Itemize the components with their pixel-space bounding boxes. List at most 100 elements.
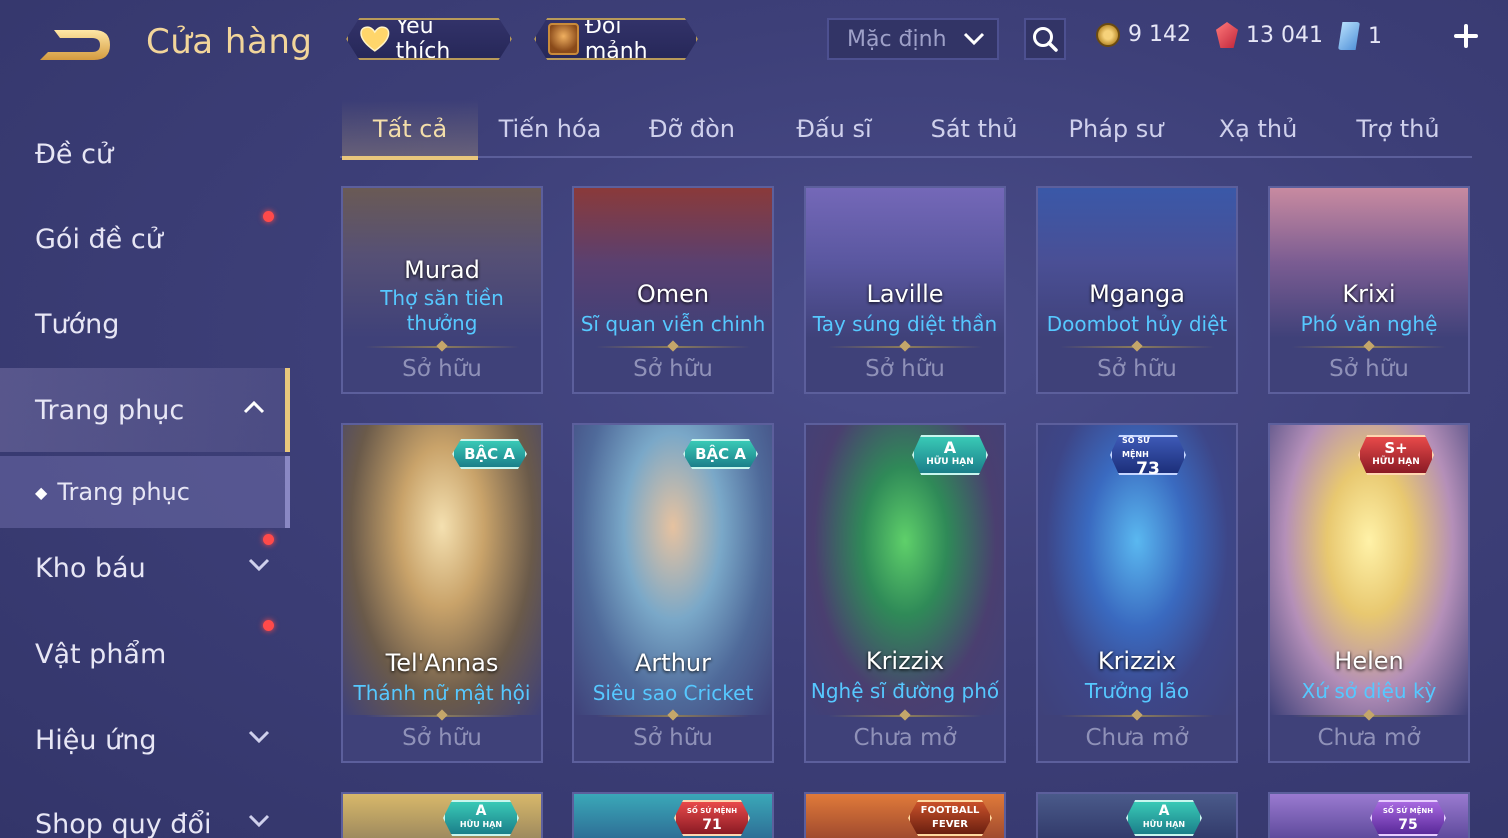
mission-number-badge: SỐ SỨ MỆNH 75 xyxy=(1370,800,1446,836)
back-arrow-icon[interactable] xyxy=(34,24,114,66)
limited-badge: S+ HỮU HẠN xyxy=(1358,435,1434,475)
ownership-status: Sở hữu xyxy=(1329,356,1409,382)
sidebar-item-label: Kho báu xyxy=(35,552,146,584)
skin-card[interactable]: Omen Sĩ quan viễn chinh Sở hữu xyxy=(572,186,774,394)
sort-value: Mặc định xyxy=(847,26,947,52)
skin-name: Sĩ quan viễn chinh xyxy=(580,312,766,336)
voucher-amount: 13 041 xyxy=(1246,22,1323,48)
skin-name: Tay súng diệt thần xyxy=(812,312,998,336)
skin-card[interactable]: Mganga Doombot hủy diệt Sở hữu xyxy=(1036,186,1238,394)
skin-card[interactable]: A HỮU HẠN xyxy=(341,792,543,838)
tab-support[interactable]: Trợ thủ xyxy=(1330,100,1466,158)
hero-name: Murad xyxy=(404,256,480,284)
sidebar-item-featured[interactable]: Đề cử xyxy=(0,112,290,196)
tab-mage[interactable]: Pháp sư xyxy=(1048,100,1184,158)
skin-card[interactable]: BẬC A Arthur Siêu sao Cricket Sở hữu xyxy=(572,423,774,763)
search-button[interactable] xyxy=(1024,18,1066,60)
badge-sublabel: HỮU HẠN xyxy=(1142,820,1186,829)
sidebar-item-heroes[interactable]: Tướng xyxy=(0,282,290,366)
sidebar-item-bundles[interactable]: Gói đề cử xyxy=(0,197,290,281)
sidebar-item-exchange-shop[interactable]: Shop quy đổi xyxy=(0,782,290,838)
diamond-bullet-icon: ◆ xyxy=(35,482,48,502)
badge-label: A xyxy=(1158,803,1170,819)
ownership-status: Sở hữu xyxy=(1097,356,1177,382)
sidebar-subitem-skins[interactable]: ◆ Trang phục xyxy=(0,456,290,528)
skin-card[interactable]: SỐ SỨ MỆNH 71 xyxy=(572,792,774,838)
hero-name: Helen xyxy=(1334,647,1404,675)
skin-card[interactable]: A HỮU HẠN Krizzix Nghệ sĩ đường phố Chưa… xyxy=(804,423,1006,763)
skin-card[interactable]: SỐ SỨ MỆNH 73 Krizzix Trưởng lão Chưa mở xyxy=(1036,423,1238,763)
limited-badge: A HỮU HẠN xyxy=(912,435,988,475)
hero-name: Krixi xyxy=(1342,280,1396,308)
skin-card[interactable]: Krixi Phó văn nghệ Sở hữu xyxy=(1268,186,1470,394)
tab-all[interactable]: Tất cả xyxy=(342,100,478,160)
tab-evolution[interactable]: Tiến hóa xyxy=(482,100,618,158)
voucher-gem-icon xyxy=(1216,22,1238,48)
badge-label: 75 xyxy=(1398,817,1418,833)
hero-name: Tel'Annas xyxy=(385,649,499,677)
heart-icon xyxy=(360,26,390,52)
sidebar-item-skins[interactable]: Trang phục xyxy=(0,368,290,452)
tab-assassin[interactable]: Sát thủ xyxy=(906,100,1042,158)
notification-dot xyxy=(263,534,274,545)
sidebar-item-label: Trang phục xyxy=(57,478,190,506)
role-tabs: Tất cả Tiến hóa Đỡ đòn Đấu sĩ Sát thủ Ph… xyxy=(340,100,1472,160)
card-divider xyxy=(365,346,519,348)
tab-tank[interactable]: Đỡ đòn xyxy=(624,100,760,158)
favorites-button[interactable]: Yêu thích xyxy=(346,18,512,60)
sidebar-item-label: Gói đề cử xyxy=(35,223,163,255)
skin-card[interactable]: SỐ SỨ MỆNH 75 xyxy=(1268,792,1470,838)
badge-sublabel: HỮU HẠN xyxy=(459,820,503,829)
tab-label: Sát thủ xyxy=(930,115,1018,143)
skin-name: Xứ sở diệu kỳ xyxy=(1301,679,1437,703)
sidebar-item-label: Trang phục xyxy=(35,394,185,426)
sort-dropdown[interactable]: Mặc định xyxy=(827,18,999,60)
notification-dot xyxy=(263,620,274,631)
shard-exchange-label: Đổi mảnh xyxy=(584,14,648,64)
card-divider xyxy=(828,346,982,348)
badge-sublabel: HỮU HẠN xyxy=(926,457,974,467)
card-divider xyxy=(365,715,519,717)
tier-badge: BẬC A xyxy=(452,439,527,469)
skin-card[interactable]: A HỮU HẠN xyxy=(1036,792,1238,838)
skin-card[interactable]: FOOTBALL FEVER xyxy=(804,792,1006,838)
skin-card[interactable]: S+ HỮU HẠN Helen Xứ sở diệu kỳ Chưa mở xyxy=(1268,423,1470,763)
gold-coin-icon xyxy=(1096,22,1120,47)
ownership-status: Chưa mở xyxy=(1085,725,1189,751)
chest-icon xyxy=(548,23,579,55)
page-title: Cửa hàng xyxy=(146,22,313,62)
ownership-status: Sở hữu xyxy=(633,725,713,751)
hero-name: Omen xyxy=(636,280,710,308)
sidebar-item-effects[interactable]: Hiệu ứng xyxy=(0,698,290,782)
tab-label: Đấu sĩ xyxy=(796,115,872,143)
skin-card[interactable]: Laville Tay súng diệt thần Sở hữu xyxy=(804,186,1006,394)
sidebar-item-items[interactable]: Vật phẩm xyxy=(0,612,290,696)
skin-name: Siêu sao Cricket xyxy=(592,681,754,705)
badge-sublabel: HỮU HẠN xyxy=(1372,457,1420,467)
ownership-status: Chưa mở xyxy=(853,725,957,751)
card-divider xyxy=(1060,346,1214,348)
sidebar-item-label: Tướng xyxy=(35,308,120,340)
favorites-label: Yêu thích xyxy=(395,14,451,64)
chevron-down-icon xyxy=(248,730,270,744)
tab-label: Tất cả xyxy=(372,115,448,143)
card-divider xyxy=(596,346,750,348)
skin-card[interactable]: Murad Thợ săn tiền thưởng Sở hữu xyxy=(341,186,543,394)
card-divider xyxy=(596,715,750,717)
ownership-status: Sở hữu xyxy=(402,725,482,751)
shard-exchange-button[interactable]: Đổi mảnh xyxy=(534,18,698,60)
tab-fighter[interactable]: Đấu sĩ xyxy=(766,100,902,158)
hero-name: Arthur xyxy=(635,649,711,677)
voucher-balance: 13 041 xyxy=(1216,22,1323,48)
badge-label: BẬC A xyxy=(464,445,515,463)
hero-name: Laville xyxy=(866,280,944,308)
sidebar-item-treasure[interactable]: Kho báu xyxy=(0,526,290,610)
sidebar-item-label: Shop quy đổi xyxy=(35,808,212,838)
tab-label: Pháp sư xyxy=(1068,115,1164,143)
notification-dot xyxy=(263,211,274,222)
tab-marksman[interactable]: Xạ thủ xyxy=(1190,100,1326,158)
skin-name: Doombot hủy diệt xyxy=(1046,312,1228,336)
badge-sublabel: SỐ SỨ MỆNH xyxy=(686,807,738,815)
add-currency-button[interactable] xyxy=(1448,18,1484,54)
skin-card[interactable]: BẬC A Tel'Annas Thánh nữ mật hội Sở hữu xyxy=(341,423,543,763)
